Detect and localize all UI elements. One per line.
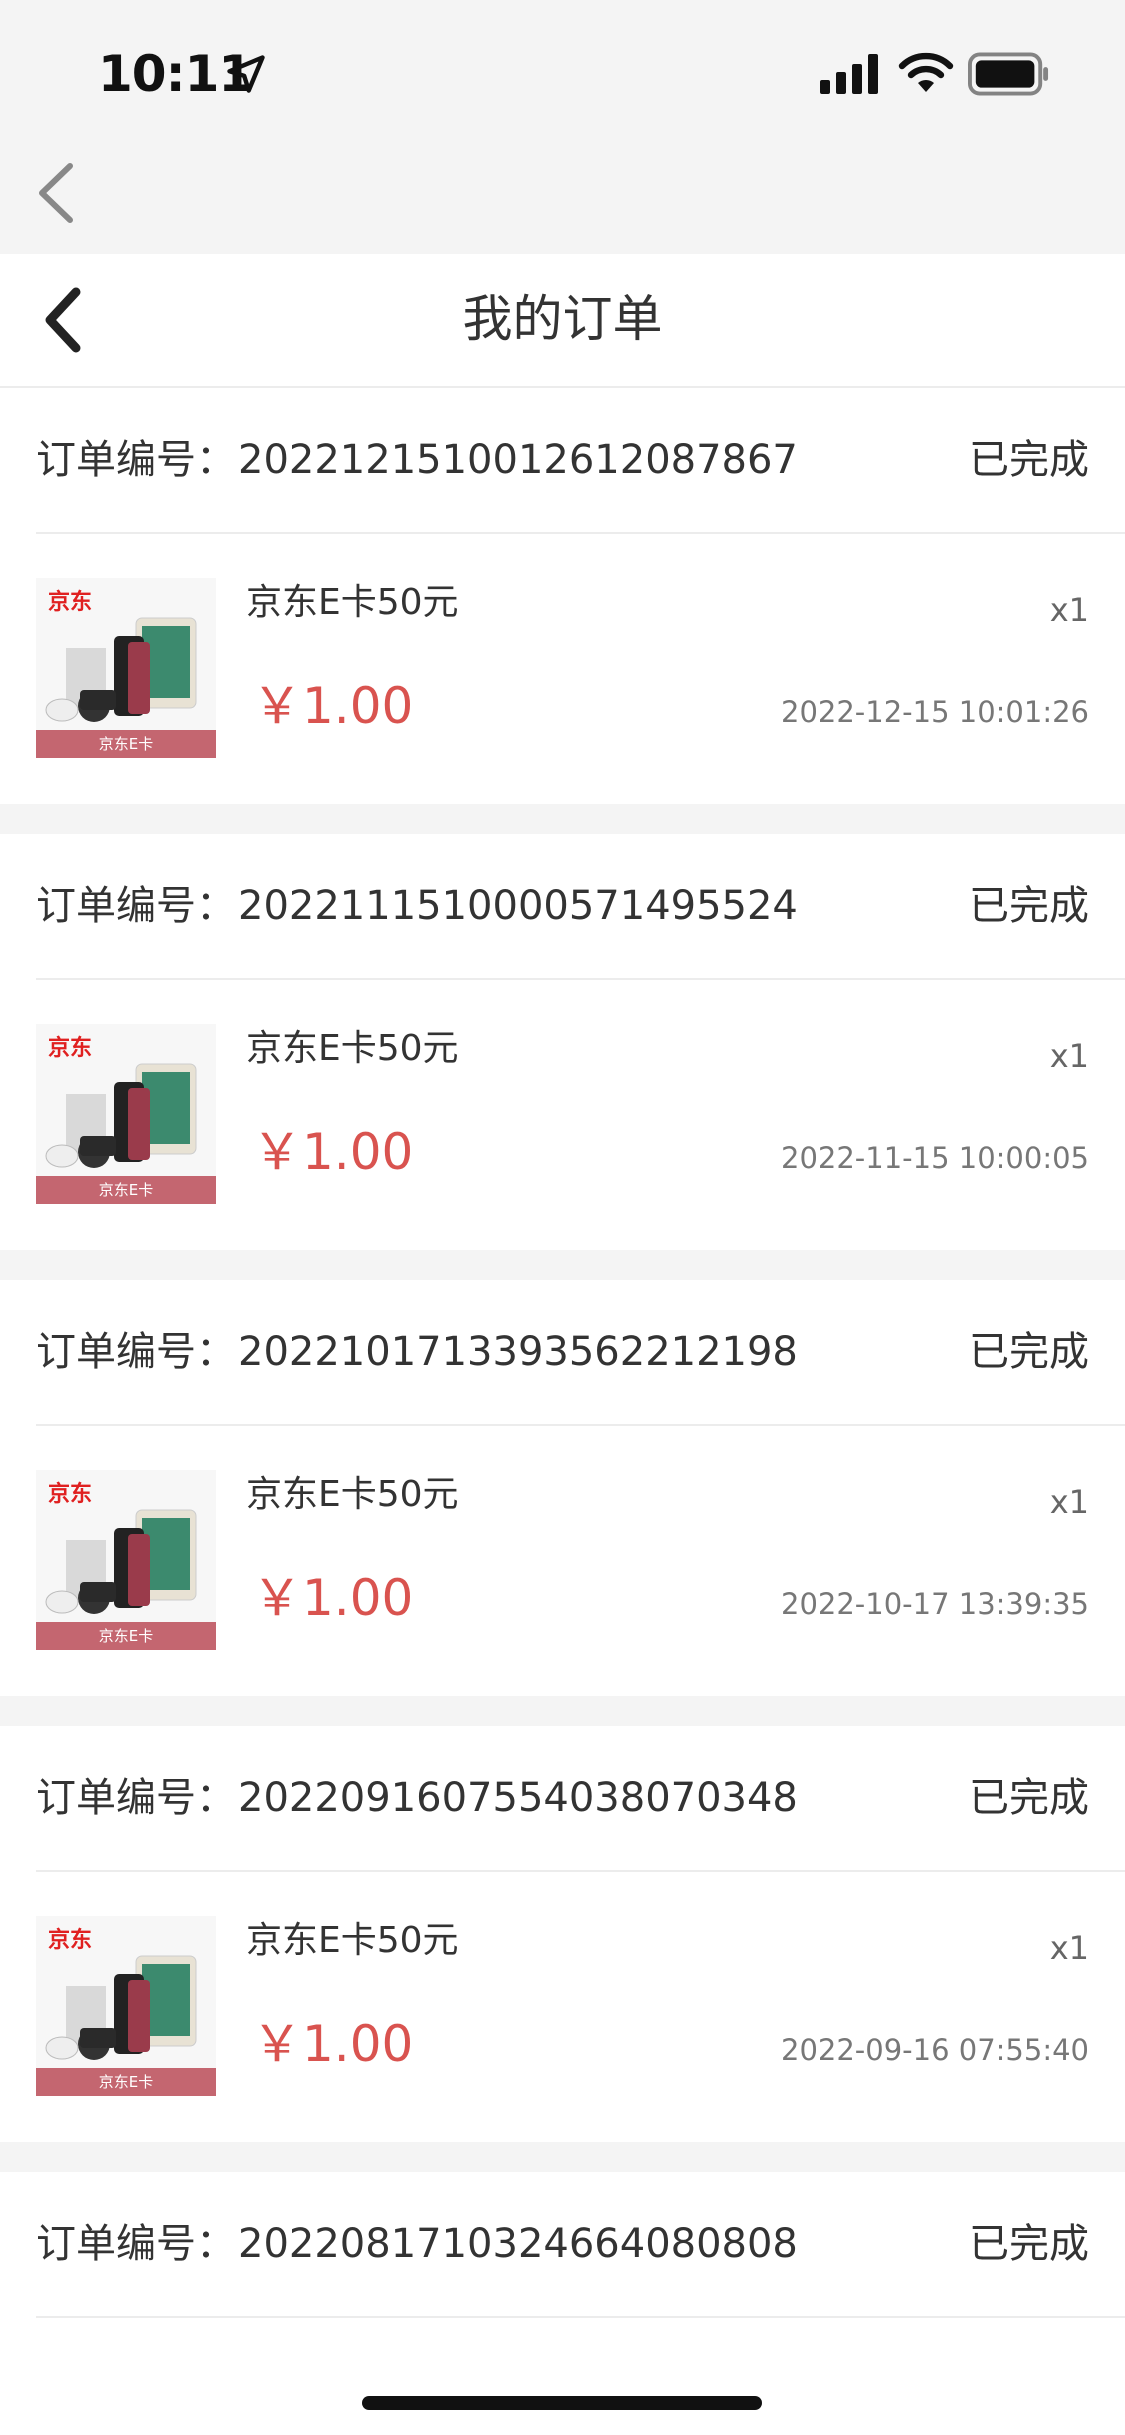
order-number: 2022091607554038070348 xyxy=(238,1775,798,1821)
price: ￥1.00 xyxy=(252,1123,414,1181)
order-item[interactable]: 京东 京东E卡 京东E卡50元 x1 ￥1.00 xyxy=(36,1872,1089,2142)
order-number: 2022081710324664080808 xyxy=(238,2221,798,2267)
order-header: 订单编号： 2022121510012612087867 已完成 xyxy=(36,388,1125,534)
battery-icon xyxy=(968,52,1049,96)
order-item[interactable]: 京东 京东E卡 京东E卡50元 x1 ￥1.00 xyxy=(36,1426,1089,1696)
product-name: 京东E卡50元 xyxy=(246,1920,459,1961)
page-title: 我的订单 xyxy=(462,290,663,348)
order-header: 订单编号： 2022111510000571495524 已完成 xyxy=(36,834,1125,980)
price: ￥1.00 xyxy=(252,677,414,735)
quantity: x1 xyxy=(1049,1483,1089,1521)
order-status: 已完成 xyxy=(969,437,1089,483)
wifi-icon xyxy=(898,52,954,92)
order-number-label: 订单编号： xyxy=(36,1775,236,1821)
product-thumbnail: 京东 京东E卡 xyxy=(36,1470,216,1650)
order-header: 订单编号： 2022091607554038070348 已完成 xyxy=(36,1726,1125,1872)
price: ￥1.00 xyxy=(252,2015,414,2073)
product-name: 京东E卡50元 xyxy=(246,582,459,623)
order-number-label: 订单编号： xyxy=(36,2221,236,2267)
order-status: 已完成 xyxy=(969,1329,1089,1375)
cellular-signal-icon xyxy=(820,54,878,94)
order-status: 已完成 xyxy=(969,1775,1089,1821)
product-thumbnail: 京东 京东E卡 xyxy=(36,578,216,758)
price: ￥1.00 xyxy=(252,1569,414,1627)
order-header: 订单编号： 2022101713393562212198 已完成 xyxy=(36,1280,1125,1426)
product-thumbnail: 京东 京东E卡 xyxy=(36,1024,216,1204)
app-screen: 10:11 我的订单 订单编号： 2022121510012612087867 … xyxy=(0,0,1125,2435)
quantity: x1 xyxy=(1049,1929,1089,1967)
order-card[interactable]: 订单编号： 2022111510000571495524 已完成 京东 京东E卡… xyxy=(0,834,1125,1280)
order-datetime: 2022-10-17 13:39:35 xyxy=(781,1587,1089,1621)
quantity: x1 xyxy=(1049,591,1089,629)
order-status: 已完成 xyxy=(969,2221,1089,2267)
order-number: 2022101713393562212198 xyxy=(238,1329,798,1375)
thumbnail-band: 京东E卡 xyxy=(36,730,216,758)
order-datetime: 2022-12-15 10:01:26 xyxy=(781,695,1089,729)
page-header: 我的订单 xyxy=(0,254,1125,388)
thumbnail-band: 京东E卡 xyxy=(36,1176,216,1204)
product-name: 京东E卡50元 xyxy=(246,1474,459,1515)
product-name: 京东E卡50元 xyxy=(246,1028,459,1069)
order-number-label: 订单编号： xyxy=(36,1329,236,1375)
status-bar-area: 10:11 xyxy=(0,0,1125,254)
order-status: 已完成 xyxy=(969,883,1089,929)
thumbnail-band: 京东E卡 xyxy=(36,2068,216,2096)
order-number: 2022121510012612087867 xyxy=(238,437,798,483)
order-card[interactable]: 订单编号： 2022121510012612087867 已完成 京东 京东E卡… xyxy=(0,388,1125,834)
order-number: 2022111510000571495524 xyxy=(238,883,798,929)
system-back-icon[interactable] xyxy=(30,160,80,226)
location-arrow-icon xyxy=(227,55,265,93)
order-number-label: 订单编号： xyxy=(36,883,236,929)
product-thumbnail: 京东 京东E卡 xyxy=(36,1916,216,2096)
order-header: 订单编号： 2022081710324664080808 已完成 xyxy=(36,2172,1125,2318)
order-item[interactable]: 京东 京东E卡 京东E卡50元 x1 ￥1.00 xyxy=(36,534,1089,804)
order-datetime: 2022-09-16 07:55:40 xyxy=(781,2033,1089,2067)
order-card[interactable]: 订单编号： 2022101713393562212198 已完成 京东 京东E卡… xyxy=(0,1280,1125,1726)
quantity: x1 xyxy=(1049,1037,1089,1075)
home-indicator[interactable] xyxy=(362,2396,762,2410)
order-list: 订单编号： 2022121510012612087867 已完成 京东 京东E卡… xyxy=(0,388,1125,2435)
thumbnail-band: 京东E卡 xyxy=(36,1622,216,1650)
order-datetime: 2022-11-15 10:00:05 xyxy=(781,1141,1089,1175)
order-item[interactable]: 京东 京东E卡 京东E卡50元 x1 ￥1.00 xyxy=(36,980,1089,1250)
order-card[interactable]: 订单编号： 2022091607554038070348 已完成 京东 京东E卡… xyxy=(0,1726,1125,2172)
order-number-label: 订单编号： xyxy=(36,437,236,483)
